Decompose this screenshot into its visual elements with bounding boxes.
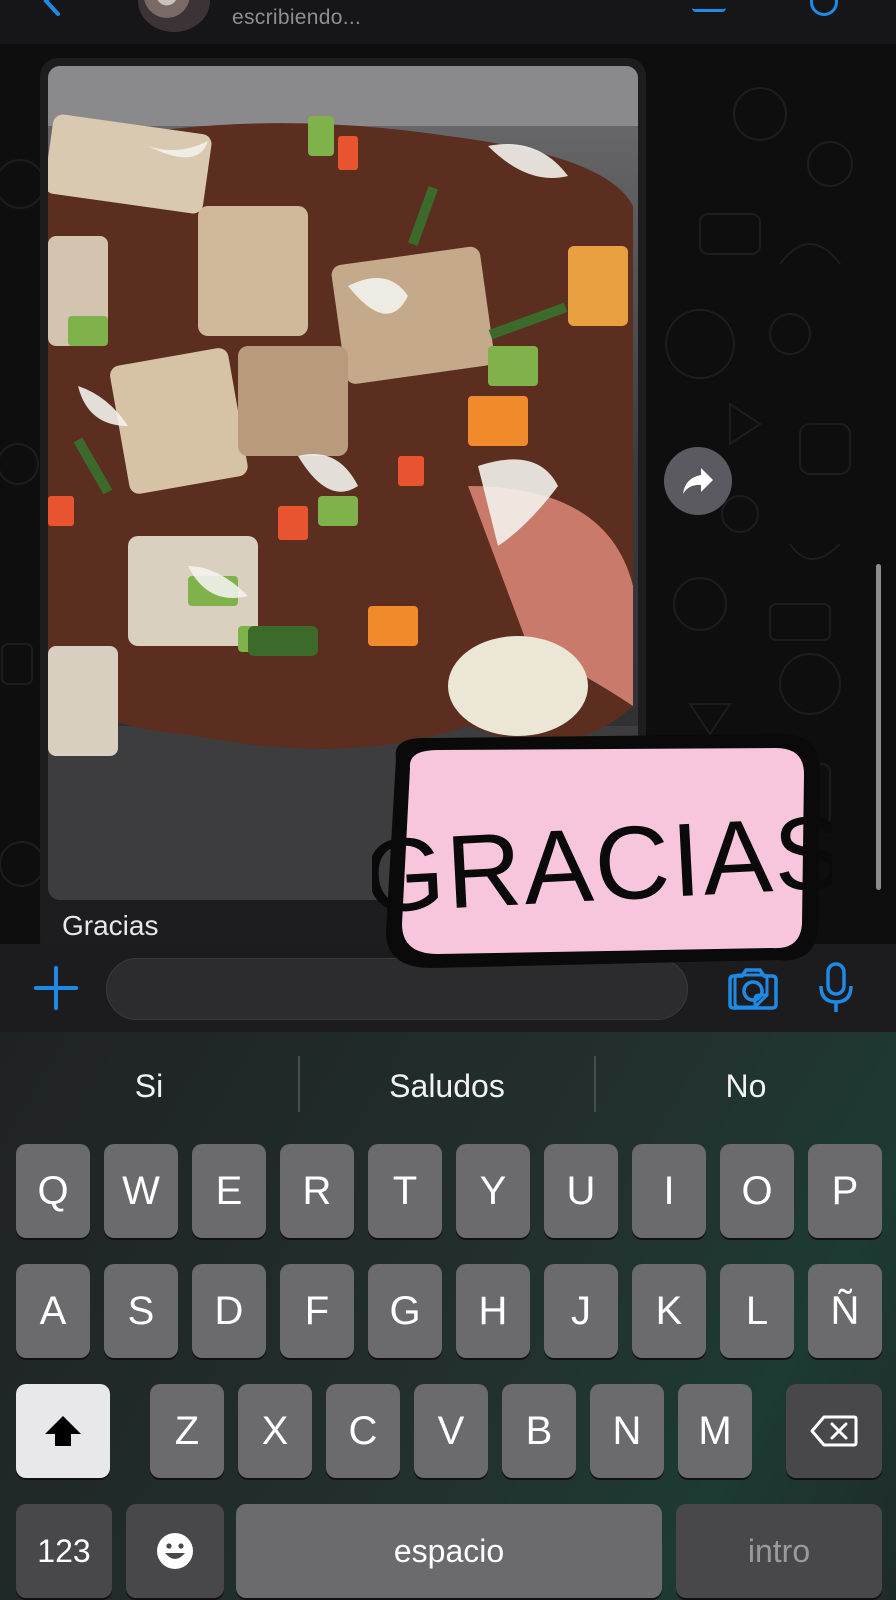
sticker-text: GRACIAS bbox=[372, 794, 832, 935]
sticker-image: GRACIAS bbox=[361, 734, 848, 968]
space-key[interactable]: espacio bbox=[236, 1504, 662, 1598]
emoji-icon bbox=[157, 1533, 193, 1569]
key-y[interactable]: Y bbox=[456, 1144, 530, 1238]
delete-key[interactable] bbox=[786, 1384, 882, 1478]
key-e[interactable]: E bbox=[192, 1144, 266, 1238]
key-h[interactable]: H bbox=[456, 1264, 530, 1358]
key-f[interactable]: F bbox=[280, 1264, 354, 1358]
forward-button[interactable] bbox=[664, 447, 732, 515]
key-c[interactable]: C bbox=[326, 1384, 400, 1478]
key-z[interactable]: Z bbox=[150, 1384, 224, 1478]
key-n[interactable]: N bbox=[590, 1384, 664, 1478]
return-key[interactable]: intro bbox=[676, 1504, 882, 1598]
chevron-left-icon[interactable] bbox=[40, 0, 64, 16]
suggestion-2[interactable]: Saludos bbox=[300, 1032, 594, 1140]
key-o[interactable]: O bbox=[720, 1144, 794, 1238]
chat-scrollbar[interactable] bbox=[876, 564, 881, 890]
emoji-key[interactable] bbox=[126, 1504, 224, 1598]
predictive-bar: Si Saludos No bbox=[0, 1032, 896, 1140]
key-v[interactable]: V bbox=[414, 1384, 488, 1478]
key-r[interactable]: R bbox=[280, 1144, 354, 1238]
chat-header: escribiendo... bbox=[0, 0, 896, 44]
key-d[interactable]: D bbox=[192, 1264, 266, 1358]
key-g[interactable]: G bbox=[368, 1264, 442, 1358]
backspace-icon bbox=[810, 1415, 858, 1447]
key-l[interactable]: L bbox=[720, 1264, 794, 1358]
numbers-key[interactable]: 123 bbox=[16, 1504, 112, 1598]
key-m[interactable]: M bbox=[678, 1384, 752, 1478]
key-k[interactable]: K bbox=[632, 1264, 706, 1358]
key-i[interactable]: I bbox=[632, 1144, 706, 1238]
key-s[interactable]: S bbox=[104, 1264, 178, 1358]
avatar[interactable] bbox=[138, 0, 210, 32]
typing-status: escribiendo... bbox=[232, 6, 362, 29]
key-p[interactable]: P bbox=[808, 1144, 882, 1238]
key-t[interactable]: T bbox=[368, 1144, 442, 1238]
shift-key[interactable] bbox=[16, 1384, 110, 1478]
key-w[interactable]: W bbox=[104, 1144, 178, 1238]
suggestion-1[interactable]: Si bbox=[0, 1032, 298, 1140]
voice-call-icon[interactable] bbox=[810, 0, 838, 16]
key-x[interactable]: X bbox=[238, 1384, 312, 1478]
key-u[interactable]: U bbox=[544, 1144, 618, 1238]
gracias-sticker[interactable]: GRACIAS bbox=[361, 728, 848, 978]
key-enye[interactable]: Ñ bbox=[808, 1264, 882, 1358]
key-a[interactable]: A bbox=[16, 1264, 90, 1358]
message-caption: Gracias bbox=[62, 910, 159, 941]
suggestion-3[interactable]: No bbox=[596, 1032, 896, 1140]
shift-arrow-icon bbox=[45, 1416, 81, 1446]
key-q[interactable]: Q bbox=[16, 1144, 90, 1238]
keyboard: Si Saludos No Q W E R T Y U I O P A S D … bbox=[0, 1032, 896, 1600]
forward-arrow-icon bbox=[683, 468, 713, 494]
plus-icon[interactable] bbox=[34, 966, 78, 1010]
video-call-icon[interactable] bbox=[692, 0, 726, 12]
key-b[interactable]: B bbox=[502, 1384, 576, 1478]
key-j[interactable]: J bbox=[544, 1264, 618, 1358]
